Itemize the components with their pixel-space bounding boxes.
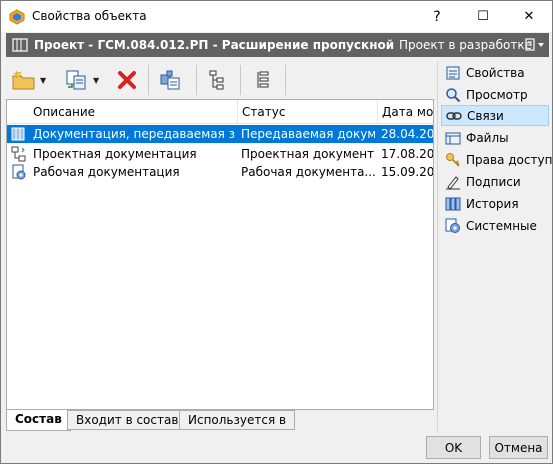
sidebar-item-files[interactable]: Файлы xyxy=(441,127,549,148)
column-divider[interactable] xyxy=(237,100,238,124)
structure-button[interactable] xyxy=(158,66,182,94)
document-set-icon xyxy=(11,127,25,141)
column-status[interactable]: Статус xyxy=(242,105,372,119)
close-button[interactable]: ✕ xyxy=(506,1,552,32)
sidebar-item-label: Права доступа xyxy=(466,152,553,167)
settings-document-icon xyxy=(12,164,26,180)
tab-part-of[interactable]: Входит в состав xyxy=(67,410,188,430)
system-gear-icon xyxy=(445,218,461,234)
dialog-window: Свойства объекта ? ☐ ✕ Проект - ГСМ.084.… xyxy=(0,0,553,464)
sidebar-item-label: Файлы xyxy=(466,130,509,145)
row-description: Документация, передаваемая зака... xyxy=(33,127,235,141)
sidebar-item-label: Просмотр xyxy=(466,87,528,102)
puzzle-document-icon xyxy=(160,70,180,90)
sidebar-item-label: Системные xyxy=(466,218,537,233)
ok-button[interactable]: OK xyxy=(426,436,481,459)
sidebar-item-properties[interactable]: Свойства xyxy=(441,62,549,83)
row-date: 28.04.2009 xyxy=(381,127,433,141)
copy-object-button[interactable]: ▼ xyxy=(65,66,99,94)
app-logo-icon xyxy=(9,9,25,25)
object-header-bar: Проект - ГСМ.084.012.РП - Расширение про… xyxy=(6,33,549,57)
structure-tree-icon xyxy=(11,146,26,162)
chevron-down-icon[interactable]: ▼ xyxy=(93,76,99,85)
tab-composition[interactable]: Состав xyxy=(6,410,71,431)
tree-view-button[interactable] xyxy=(207,66,229,94)
sidebar-item-label: Свойства xyxy=(466,65,525,80)
sidebar-item-label: Подписи xyxy=(466,174,521,189)
sidebar-item-history[interactable]: История xyxy=(441,193,549,214)
properties-icon xyxy=(445,65,461,81)
list-view-button[interactable] xyxy=(251,66,273,94)
row-status: Рабочая документа... xyxy=(241,165,375,179)
project-icon xyxy=(12,38,28,52)
sidebar-item-preview[interactable]: Просмотр xyxy=(441,84,549,105)
table-row[interactable]: Рабочая документация Рабочая документа..… xyxy=(7,163,433,181)
sidebar-item-label: Связи xyxy=(467,108,504,123)
files-icon xyxy=(445,130,461,146)
row-description: Проектная документация xyxy=(33,147,197,161)
window-title: Свойства объекта xyxy=(32,9,147,23)
help-button[interactable]: ? xyxy=(414,1,460,32)
relations-list[interactable]: Описание Статус Дата мод Документация, п… xyxy=(6,99,434,410)
chevron-down-icon[interactable]: ▼ xyxy=(40,76,46,85)
sidebar-item-system[interactable]: Системные xyxy=(441,215,549,236)
object-title: Проект - ГСМ.084.012.РП - Расширение про… xyxy=(34,38,394,52)
delete-button[interactable] xyxy=(116,66,138,94)
tab-used-in[interactable]: Используется в xyxy=(179,410,296,430)
list-icon xyxy=(257,71,269,88)
delete-icon xyxy=(118,71,136,89)
list-header: Описание Статус Дата мод xyxy=(7,100,433,124)
row-status: Проектная документа... xyxy=(241,147,375,161)
sidebar-item-signatures[interactable]: Подписи xyxy=(441,171,549,192)
table-row[interactable]: Проектная документация Проектная докумен… xyxy=(7,145,433,163)
title-bar: Свойства объекта ? ☐ ✕ xyxy=(1,1,552,32)
history-icon xyxy=(445,196,461,212)
object-status: Проект в разработке xyxy=(399,38,532,52)
object-menu-icon[interactable] xyxy=(524,37,546,53)
toolbar: ▼ ▼ xyxy=(6,63,431,97)
maximize-button[interactable]: ☐ xyxy=(460,1,506,32)
magnifier-icon xyxy=(445,87,461,103)
copy-document-icon xyxy=(66,70,86,90)
key-icon xyxy=(445,152,461,168)
row-status: Передаваемая докуме... xyxy=(241,127,375,141)
row-description: Рабочая документация xyxy=(33,165,180,179)
sidebar-item-links[interactable]: Связи xyxy=(441,105,549,126)
toolbar-divider xyxy=(285,65,286,95)
row-date: 15.09.2009 xyxy=(381,165,433,179)
signature-pen-icon xyxy=(445,174,461,190)
toolbar-divider xyxy=(148,65,149,95)
column-date[interactable]: Дата мод xyxy=(382,105,433,119)
column-description[interactable]: Описание xyxy=(33,105,233,119)
new-object-button[interactable]: ▼ xyxy=(12,66,46,94)
row-date: 17.08.2009 xyxy=(381,147,433,161)
sidebar-item-label: История xyxy=(466,196,519,211)
sidebar-item-access-rights[interactable]: Права доступа xyxy=(441,149,553,170)
toolbar-divider xyxy=(196,65,197,95)
tree-icon xyxy=(209,70,224,90)
new-folder-icon xyxy=(12,70,35,90)
link-chain-icon xyxy=(446,108,462,124)
toolbar-divider xyxy=(240,65,241,95)
column-divider[interactable] xyxy=(377,100,378,124)
panel-divider xyxy=(437,61,438,433)
cancel-button[interactable]: Отмена xyxy=(489,436,548,459)
table-row[interactable]: Документация, передаваемая зака... Перед… xyxy=(7,125,433,143)
